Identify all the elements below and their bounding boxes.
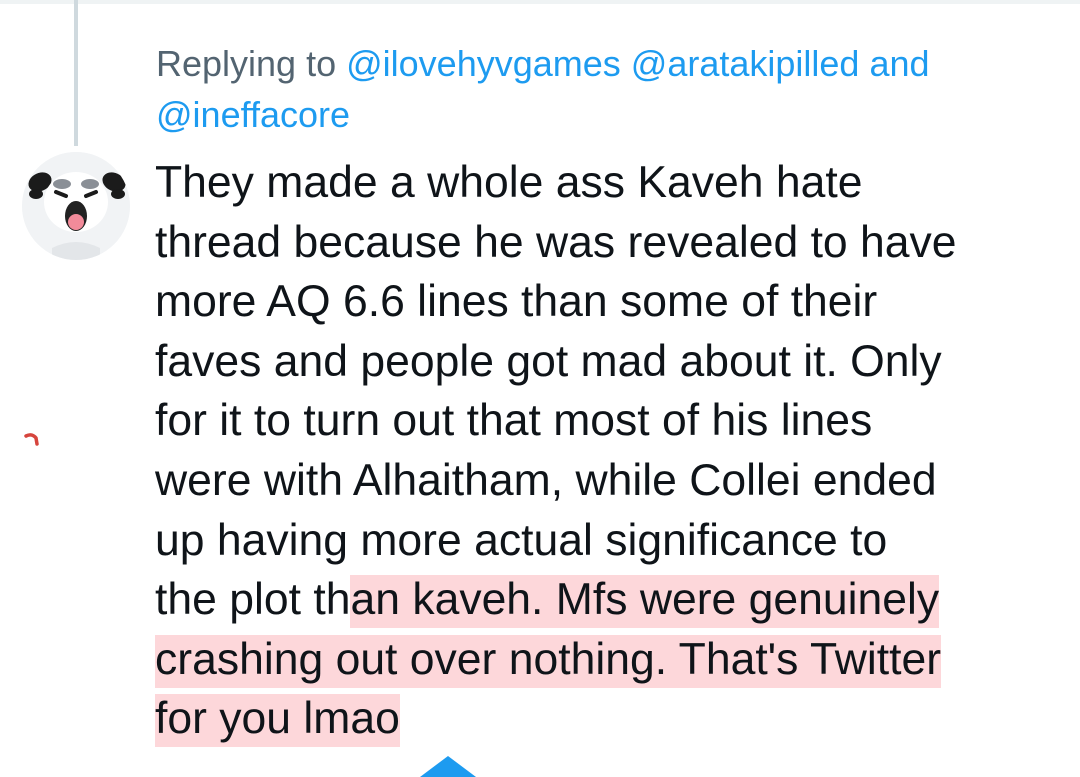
tweet-line-2: thread because he was revealed to have [155,217,957,267]
tweet-line-5: for it to turn out that most of his line… [155,396,873,446]
tweet-line-1: They made a whole ass Kaveh hate [155,158,863,207]
tweet-line-8-plain: the plot th [155,575,351,625]
tweet-line-10: for you lmao [155,689,1070,749]
avatar-screaming-icon [22,152,130,260]
tweet-line-8: the plot than kaveh. Mfs were genuinely [155,570,1070,630]
red-ink-mark-icon [24,432,40,451]
tweet-line-6: were with Alhaitham, while Collei ended [155,455,937,505]
tweet-line-9-highlighted: crashing out over nothing. That's Twitte… [155,634,942,688]
tweet-line-3: more AQ 6.6 lines than some of their [155,277,878,327]
tweet-line-8-highlighted: an kaveh. Mfs were genuinely [350,575,940,629]
mention-aratakipilled[interactable]: @aratakipilled [631,43,860,84]
thread-connector-line [74,0,78,146]
replying-to-label: Replying to [156,43,347,84]
tweet-line-10-highlighted: for you lmao [155,694,400,748]
avatar[interactable] [22,152,130,260]
tweet-line-7: up having more actual significance to [155,515,888,565]
mention-and-conjunction: and [859,43,930,84]
tweet-reply-view: Replying to @ilovehyvgames @aratakipille… [0,0,1080,777]
replying-to-line: Replying to @ilovehyvgames @aratakipille… [156,38,1066,140]
blue-triangle-icon [420,756,476,777]
mention-ineffacore[interactable]: @ineffacore [156,94,350,135]
tweet-line-4: faves and people got mad about it. Only [155,336,942,386]
tweet-body: They made a whole ass Kaveh hate thread … [155,153,1070,749]
top-divider [0,0,1080,4]
tweet-line-9: crashing out over nothing. That's Twitte… [155,630,1070,690]
mention-ilovehyvgames[interactable]: @ilovehyvgames [346,43,621,84]
